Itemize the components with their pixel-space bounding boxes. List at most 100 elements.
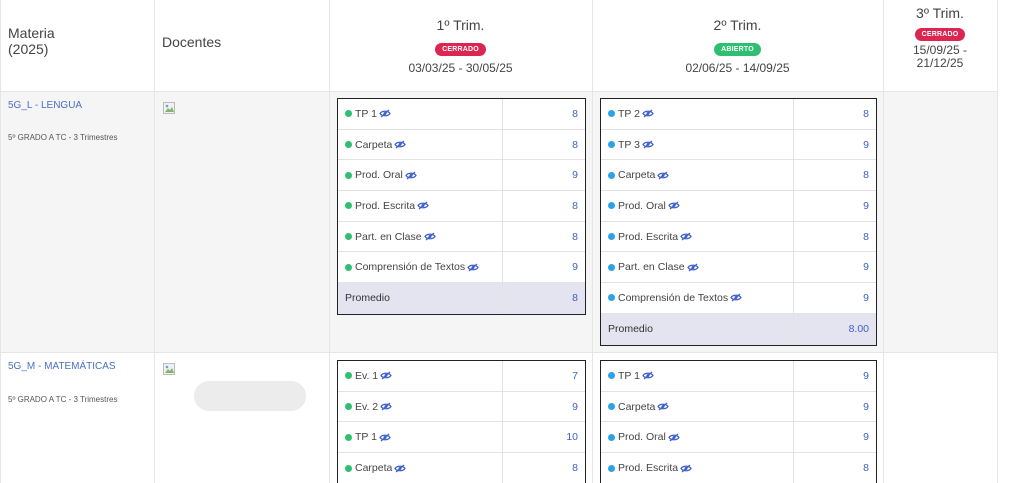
grade-value[interactable]: 8 [794, 231, 876, 243]
eye-slash-icon[interactable] [379, 433, 391, 442]
status-dot-icon [608, 110, 615, 118]
header-docentes: Docentes [162, 34, 222, 50]
grade-value[interactable]: 9 [503, 169, 585, 181]
grade-value[interactable]: 9 [503, 401, 585, 413]
activity-label: Comprensión de Textos [618, 291, 729, 304]
grade-value[interactable]: 9 [794, 292, 876, 304]
header-materia-label: Materia [8, 25, 55, 41]
eye-slash-icon[interactable] [467, 263, 479, 272]
eye-slash-icon[interactable] [642, 371, 654, 380]
grade-value[interactable]: 8 [794, 462, 876, 474]
status-dot-icon [345, 202, 352, 210]
eye-slash-icon[interactable] [423, 232, 436, 241]
status-badge: ABIERTO [714, 43, 761, 56]
average-value: 8.00 [848, 323, 869, 336]
activity-label: Carpeta [618, 400, 656, 413]
eye-slash-icon[interactable] [657, 402, 670, 411]
eye-slash-icon[interactable] [680, 232, 692, 241]
eye-slash-icon[interactable] [394, 140, 407, 149]
eye-slash-icon[interactable] [417, 201, 429, 210]
grade-value[interactable]: 7 [503, 370, 585, 382]
grade-value[interactable]: 10 [503, 431, 585, 443]
grade-value[interactable]: 9 [794, 401, 876, 413]
grade-activity: Carpeta [338, 453, 503, 483]
eye-slash-icon[interactable] [680, 464, 692, 473]
grade-value[interactable]: 8 [794, 108, 876, 120]
activity-label: Carpeta [355, 462, 393, 475]
grade-value[interactable]: 8 [503, 462, 585, 474]
eye-slash-icon[interactable] [405, 171, 417, 180]
grade-value[interactable]: 8 [503, 139, 585, 151]
col-divider [997, 0, 998, 483]
trimester-3-header: 3º Trim. CERRADO 15/09/25 - 21/12/25 [883, 5, 997, 70]
grade-row: Prod. Escrita 8 [601, 221, 876, 253]
grade-value[interactable]: 9 [794, 139, 876, 151]
eye-slash-icon[interactable] [380, 402, 392, 411]
teacher-avatar [163, 101, 175, 114]
activity-label: Ev. 2 [355, 400, 379, 413]
grade-value[interactable]: 8 [503, 231, 585, 243]
status-dot-icon [608, 464, 615, 472]
teacher-name-redacted [194, 381, 306, 411]
status-dot-icon [608, 294, 615, 302]
activity-label: Part. en Clase [355, 230, 422, 243]
eye-slash-icon[interactable] [394, 464, 407, 473]
status-dot-icon [345, 141, 352, 149]
status-badge: CERRADO [914, 28, 966, 41]
activity-label: Prod. Oral [618, 431, 666, 444]
grades-table: Materia (2025) Docentes 1º Trim. CERRADO… [0, 0, 1032, 483]
eye-slash-icon[interactable] [668, 201, 680, 210]
grade-row: Part. en Clase 9 [601, 252, 876, 284]
eye-slash-icon[interactable] [668, 433, 680, 442]
grade-activity: TP 1 [338, 99, 503, 129]
grade-value[interactable]: 9 [503, 261, 585, 273]
eye-slash-icon[interactable] [686, 263, 699, 272]
col-divider [0, 0, 1, 483]
status-dot-icon [345, 263, 352, 271]
trimester-title: 3º Trim. [916, 5, 964, 21]
activity-label: Prod. Oral [355, 169, 403, 182]
average-label: Promedio [338, 283, 503, 314]
grade-value[interactable]: 9 [794, 200, 876, 212]
subject-link-matematicas[interactable]: 5G_M - MATEMÁTICAS [8, 361, 116, 372]
trimester-dates: 02/06/25 - 14/09/25 [685, 61, 790, 75]
status-dot-icon [608, 202, 615, 210]
subject-link-lengua[interactable]: 5G_L - LENGUA [8, 100, 82, 111]
activity-label: Prod. Escrita [355, 199, 416, 212]
grade-activity: Prod. Oral [338, 160, 503, 191]
activity-label: TP 1 [618, 369, 640, 382]
grade-value[interactable]: 8 [794, 169, 876, 181]
grade-activity: Prod. Escrita [601, 453, 794, 483]
eye-slash-icon[interactable] [657, 171, 670, 180]
grade-row: Ev. 2 9 [338, 391, 585, 423]
grade-value[interactable]: 8 [503, 200, 585, 212]
status-dot-icon [608, 372, 615, 380]
eye-slash-icon[interactable] [380, 371, 392, 380]
status-badge: CERRADO [435, 43, 486, 56]
eye-slash-icon[interactable] [642, 140, 654, 149]
activity-label: TP 3 [618, 138, 640, 151]
grade-value[interactable]: 8 [503, 108, 585, 120]
grade-row: Prod. Oral 9 [338, 160, 585, 192]
grade-activity: Prod. Escrita [338, 191, 503, 221]
grade-row: TP 3 9 [601, 129, 876, 161]
grade-row: Part. en Clase 8 [338, 221, 585, 253]
eye-slash-icon[interactable] [642, 109, 654, 118]
grade-value[interactable]: 9 [794, 261, 876, 273]
subject-description: 5º GRADO A TC - 3 Trimestres [8, 395, 118, 404]
activity-label: Prod. Escrita [618, 230, 679, 243]
grade-row: Comprensión de Textos 9 [601, 283, 876, 314]
grade-value[interactable]: 9 [794, 370, 876, 382]
grade-activity: Prod. Escrita [601, 221, 794, 252]
grade-activity: Comprensión de Textos [338, 252, 503, 283]
eye-slash-icon[interactable] [379, 109, 391, 118]
status-dot-icon [345, 372, 352, 380]
activity-label: Carpeta [355, 138, 393, 151]
status-dot-icon [345, 110, 352, 118]
grade-activity: Ev. 1 [338, 361, 503, 391]
grade-value[interactable]: 9 [794, 431, 876, 443]
eye-slash-icon[interactable] [730, 293, 742, 302]
col-divider [154, 0, 155, 483]
grade-row: Carpeta 8 [601, 160, 876, 192]
grade-activity: Prod. Oral [601, 422, 794, 453]
